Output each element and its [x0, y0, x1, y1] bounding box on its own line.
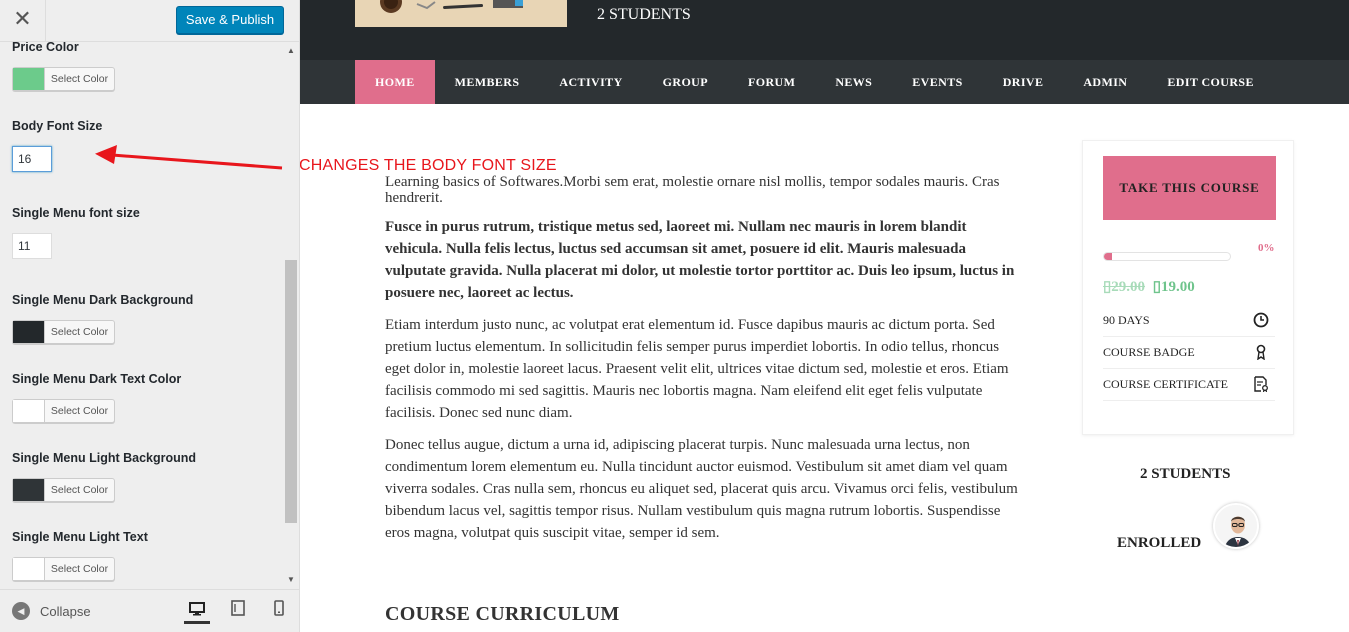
menu-light-text-swatch	[13, 558, 45, 580]
desktop-icon[interactable]	[184, 600, 210, 624]
menu-light-bg-label: Single Menu Light Background	[12, 451, 197, 465]
price-new: ▯19.00	[1152, 279, 1195, 295]
nav-events[interactable]: EVENTS	[892, 60, 982, 104]
course-image	[355, 0, 567, 27]
annotation-text: CHANGES THE BODY FONT SIZE	[300, 157, 557, 174]
avatar[interactable]	[1213, 503, 1259, 549]
nav-admin[interactable]: ADMIN	[1063, 60, 1147, 104]
price-color-picker[interactable]: Select Color	[12, 67, 115, 91]
menu-dark-bg-label: Single Menu Dark Background	[12, 293, 194, 307]
feature-label: COURSE CERTIFICATE	[1103, 377, 1228, 391]
feature-badge: COURSE BADGE	[1103, 337, 1275, 369]
menu-dark-text-label: Single Menu Dark Text Color	[12, 372, 182, 386]
nav-list: HOME MEMBERS ACTIVITY GROUP FORUM NEWS E…	[355, 60, 1274, 104]
select-color-label: Select Color	[50, 73, 109, 85]
sidebar-header: ✕ Save & Publish	[0, 0, 299, 42]
single-menu-font-size-input[interactable]: 11	[12, 233, 52, 259]
price-color-label: Price Color	[12, 42, 79, 54]
sidebar-scrollbar[interactable]: ▲ ▼	[284, 42, 298, 589]
nav-members[interactable]: MEMBERS	[435, 60, 540, 104]
take-course-button[interactable]: TAKE THIS COURSE	[1103, 156, 1276, 220]
menu-light-text-label: Single Menu Light Text	[12, 530, 148, 544]
feature-label: 90 DAYS	[1103, 313, 1150, 327]
progress-fill	[1104, 253, 1112, 260]
mobile-icon[interactable]	[266, 600, 292, 624]
course-details-widget: TAKE THIS COURSE 0% ▯29.00 ▯19.00 90 DAY…	[1082, 140, 1294, 435]
single-menu-font-size-label: Single Menu font size	[12, 206, 140, 220]
course-nav: HOME MEMBERS ACTIVITY GROUP FORUM NEWS E…	[300, 60, 1349, 104]
progress-bar	[1103, 252, 1231, 261]
scroll-down-icon[interactable]: ▼	[287, 575, 295, 584]
collapse-button[interactable]: ◀ Collapse	[12, 602, 91, 620]
enrolled-label: ENROLLED	[1117, 535, 1202, 551]
menu-dark-text-picker[interactable]: Select Color	[12, 399, 115, 423]
nav-news[interactable]: NEWS	[815, 60, 892, 104]
body-paragraph-1: Etiam interdum justo nunc, ac volutpat e…	[385, 317, 1009, 421]
menu-dark-text-swatch	[13, 400, 45, 422]
collapse-arrow-icon: ◀	[12, 602, 30, 620]
save-publish-button[interactable]: Save & Publish	[176, 6, 284, 34]
collapse-label: Collapse	[40, 603, 91, 619]
nav-home[interactable]: HOME	[355, 60, 435, 104]
nav-forum[interactable]: FORUM	[728, 60, 815, 104]
customizer-sidebar: ✕ Save & Publish Price Color Select Colo…	[0, 0, 300, 632]
scrollbar-thumb[interactable]	[285, 260, 297, 523]
sidebar-controls: Price Color Select Color Body Font Size …	[0, 42, 299, 589]
nav-drive[interactable]: DRIVE	[983, 60, 1064, 104]
bold-paragraph: Fusce in purus rutrum, tristique metus s…	[385, 219, 1015, 301]
menu-dark-bg-swatch	[13, 321, 45, 343]
select-color-label: Select Color	[50, 326, 109, 338]
feature-label: COURSE BADGE	[1103, 345, 1195, 359]
certificate-icon	[1254, 376, 1268, 392]
select-color-label: Select Color	[50, 405, 109, 417]
menu-light-bg-picker[interactable]: Select Color	[12, 478, 115, 502]
intro-paragraph: Learning basics of Softwares.Morbi sem e…	[385, 174, 1000, 206]
body-font-size-input[interactable]: 16	[12, 146, 52, 172]
menu-light-bg-swatch	[13, 479, 45, 501]
feature-duration: 90 DAYS	[1103, 305, 1275, 337]
tablet-icon[interactable]	[225, 600, 251, 624]
select-color-label: Select Color	[50, 484, 109, 496]
body-paragraph-2: Donec tellus augue, dictum a urna id, ad…	[385, 437, 1018, 541]
select-color-label: Select Color	[50, 563, 109, 575]
badge-icon	[1256, 344, 1266, 360]
curriculum-heading: COURSE CURRICULUM	[385, 603, 620, 625]
nav-group[interactable]: GROUP	[643, 60, 728, 104]
site-preview: 2 STUDENTS HOME MEMBERS ACTIVITY GROUP F…	[300, 0, 1349, 632]
feature-certificate: COURSE CERTIFICATE	[1103, 369, 1275, 401]
course-description: Learning basics of Softwares.Morbi sem e…	[385, 174, 1025, 554]
price-color-swatch	[13, 68, 45, 90]
students-count: 2 STUDENTS	[1140, 466, 1231, 482]
scroll-up-icon[interactable]: ▲	[287, 46, 295, 55]
site-header: 2 STUDENTS	[300, 0, 1349, 60]
nav-edit-course[interactable]: EDIT COURSE	[1147, 60, 1274, 104]
progress-percent: 0%	[1258, 242, 1275, 254]
close-icon[interactable]: ✕	[0, 0, 46, 42]
sidebar-footer: ◀ Collapse	[0, 589, 299, 632]
body-font-size-label: Body Font Size	[12, 119, 103, 133]
header-students-count: 2 STUDENTS	[597, 6, 691, 23]
menu-light-text-picker[interactable]: Select Color	[12, 557, 115, 581]
price-old: ▯29.00	[1103, 279, 1146, 295]
course-price: ▯29.00 ▯19.00	[1103, 277, 1195, 296]
menu-dark-bg-picker[interactable]: Select Color	[12, 320, 115, 344]
nav-activity[interactable]: ACTIVITY	[539, 60, 642, 104]
clock-icon	[1253, 312, 1269, 328]
